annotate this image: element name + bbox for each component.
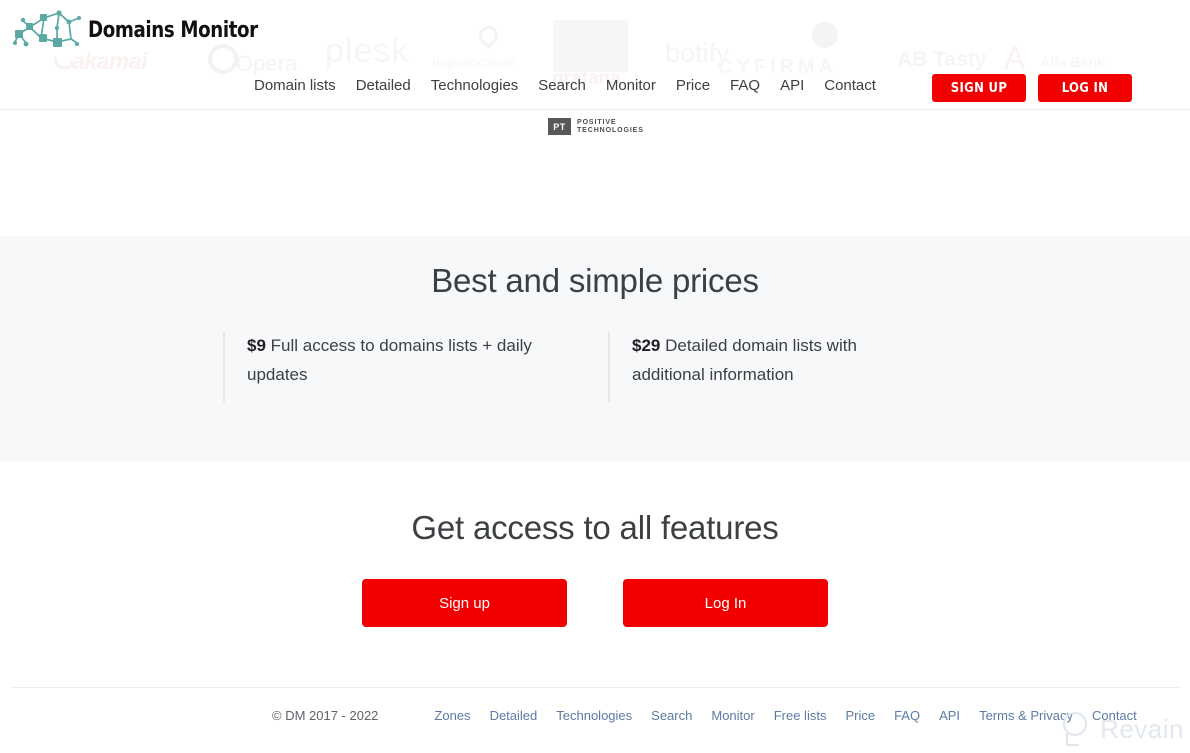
footer-copyright: © DM 2017 - 2022 [272, 708, 379, 723]
pt-wordmark: POSITIVE TECHNOLOGIES [577, 119, 644, 135]
watermark-ipgeolocation: Ipgeolocation [432, 54, 516, 70]
watermark-alfa-bank: Alfa Bank [1040, 54, 1105, 70]
watermark-cyfirma: CYFIRMA [718, 56, 838, 78]
footer-link-monitor[interactable]: Monitor [711, 708, 754, 723]
site-header: akamai Opera plesk Ipgeolocation grafana… [0, 0, 1190, 110]
nav-item-faq[interactable]: FAQ [730, 77, 760, 94]
main-navigation: Domain lists Detailed Technologies Searc… [254, 77, 876, 94]
ipgeolocation-pin-icon [475, 22, 502, 49]
cta-section: Get access to all features Sign up Log I… [0, 461, 1190, 687]
nav-item-detailed[interactable]: Detailed [356, 77, 411, 94]
watermark-akamai: akamai [72, 48, 148, 74]
footer-link-terms-privacy[interactable]: Terms & Privacy [979, 708, 1073, 723]
footer-link-search[interactable]: Search [651, 708, 692, 723]
pt-line-positive: POSITIVE [577, 118, 617, 126]
pt-line-technologies: TECHNOLOGIES [577, 126, 644, 134]
cta-sign-up-button[interactable]: Sign up [362, 579, 567, 627]
pricing-item-basic-text: $9 Full access to domains lists + daily … [247, 332, 537, 389]
nav-item-price[interactable]: Price [676, 77, 710, 94]
pricing-amount-basic: $9 [247, 336, 266, 355]
pricing-amount-detailed: $29 [632, 336, 661, 355]
page-root: akamai Opera plesk Ipgeolocation grafana… [0, 0, 1190, 753]
header-actions: SIGN UP LOG IN [932, 74, 1132, 102]
logo-wordmark: Domains Monitor [88, 17, 258, 43]
footer-link-free-lists[interactable]: Free lists [774, 708, 827, 723]
pricing-description-basic: Full access to domains lists + daily upd… [247, 336, 532, 384]
watermark-ab-tasty: AB Tasty [897, 48, 987, 71]
footer-link-detailed[interactable]: Detailed [490, 708, 538, 723]
footer-link-faq[interactable]: FAQ [894, 708, 920, 723]
nav-item-api[interactable]: API [780, 77, 804, 94]
nav-item-domain-lists[interactable]: Domain lists [254, 77, 336, 94]
footer-link-contact[interactable]: Contact [1092, 708, 1137, 723]
partner-logo-strip: PT POSITIVE TECHNOLOGIES [0, 110, 1190, 236]
positive-technologies-logo: PT POSITIVE TECHNOLOGIES [548, 118, 644, 135]
pricing-description-detailed: Detailed domain lists with additional in… [632, 336, 857, 384]
footer-link-price[interactable]: Price [845, 708, 875, 723]
watermark-alfa-letter: A [1004, 40, 1026, 76]
nav-item-monitor[interactable]: Monitor [606, 77, 656, 94]
site-logo[interactable]: Domains Monitor [13, 8, 273, 52]
nav-item-technologies[interactable]: Technologies [431, 77, 519, 94]
watermark-botify: botify [665, 38, 730, 68]
nav-item-search[interactable]: Search [538, 77, 586, 94]
cta-title: Get access to all features [411, 509, 779, 546]
pricing-item-detailed-text: $29 Detailed domain lists with additiona… [632, 332, 922, 389]
pricing-items: $9 Full access to domains lists + daily … [0, 332, 1190, 402]
site-footer: © DM 2017 - 2022 Zones Detailed Technolo… [10, 687, 1180, 753]
footer-links: Zones Detailed Technologies Search Monit… [434, 708, 1136, 723]
pricing-title: Best and simple prices [431, 262, 759, 299]
footer-content: © DM 2017 - 2022 Zones Detailed Technolo… [10, 688, 1180, 723]
cta-log-in-button[interactable]: Log In [623, 579, 828, 627]
pricing-section: Best and simple prices $9 Full access to… [0, 236, 1190, 461]
pt-mark-icon: PT [548, 118, 571, 135]
footer-link-technologies[interactable]: Technologies [556, 708, 632, 723]
nav-item-contact[interactable]: Contact [824, 77, 876, 94]
network-graph-icon [13, 10, 81, 47]
cta-buttons: Sign up Log In [0, 579, 1190, 627]
pricing-item-basic: $9 Full access to domains lists + daily … [223, 332, 608, 402]
footer-link-api[interactable]: API [939, 708, 960, 723]
grafana-block-icon [553, 20, 628, 72]
header-log-in-button[interactable]: LOG IN [1038, 74, 1132, 102]
watermark-opera: Opera [236, 51, 298, 76]
pricing-item-detailed: $29 Detailed domain lists with additiona… [608, 332, 993, 402]
header-sign-up-button[interactable]: SIGN UP [932, 74, 1026, 102]
watermark-plesk: plesk [325, 32, 410, 70]
footer-link-zones[interactable]: Zones [434, 708, 470, 723]
cyfirma-badge-icon [812, 22, 838, 48]
